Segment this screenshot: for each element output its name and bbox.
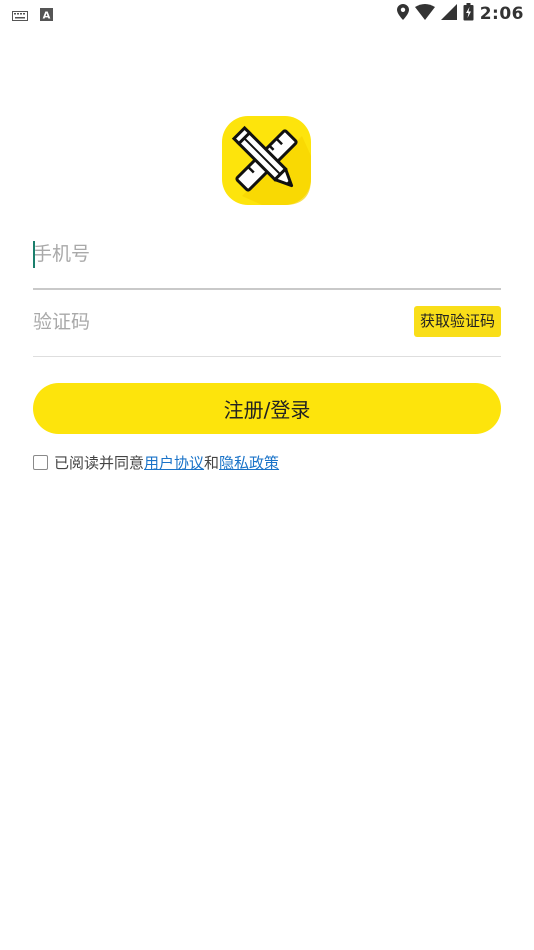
agreement-row: 已阅读并同意 用户协议 和 隐私政策: [33, 451, 279, 473]
register-login-button[interactable]: 注册/登录: [33, 383, 501, 434]
status-bar: A 2:06: [0, 0, 534, 28]
pencil-ruler-icon: [222, 116, 311, 205]
phone-input[interactable]: [33, 234, 393, 274]
text-a-icon: A: [40, 6, 53, 25]
user-agreement-link[interactable]: 用户协议: [144, 452, 204, 473]
agreement-prefix-text: 已阅读并同意: [54, 453, 145, 472]
phone-field: [33, 222, 501, 290]
app-logo: [222, 116, 311, 205]
agreement-connector-text: 和: [204, 453, 220, 472]
location-icon: [396, 4, 409, 24]
status-time: 2:06: [479, 4, 524, 24]
wifi-icon: [414, 4, 435, 24]
svg-text:A: A: [43, 11, 51, 22]
text-caret: [33, 241, 35, 268]
keyboard-icon: [12, 6, 28, 25]
status-bar-left: A: [12, 6, 53, 25]
agree-checkbox[interactable]: [33, 454, 48, 470]
battery-charging-icon: [463, 3, 474, 25]
get-code-button[interactable]: 获取验证码: [413, 306, 501, 337]
signal-icon: [440, 4, 457, 24]
code-field: 获取验证码: [33, 290, 501, 357]
privacy-policy-link[interactable]: 隐私政策: [219, 452, 279, 473]
status-bar-right: 2:06: [396, 3, 524, 25]
login-screen: A 2:06 手机号 验证码 获取验证码 注册/登录 已阅读并同意 用户协议 和…: [0, 0, 534, 950]
verification-code-input[interactable]: [33, 302, 393, 342]
